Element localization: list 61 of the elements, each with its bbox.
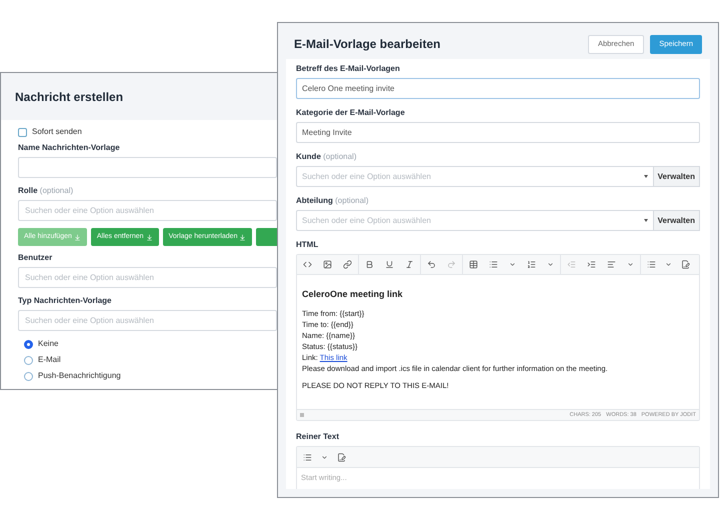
outdent-icon xyxy=(567,260,576,269)
code-icon xyxy=(303,260,312,269)
italic-icon xyxy=(405,260,414,269)
dropdown-caret-icon xyxy=(644,219,648,222)
field-label: Typ Nachrichten-Vorlage xyxy=(18,295,112,307)
input-field[interactable]: Celero One meeting invite xyxy=(296,78,700,99)
input-field[interactable]: Meeting Invite xyxy=(296,122,700,143)
download-icon xyxy=(239,234,246,240)
checkbox[interactable] xyxy=(18,128,27,136)
resize-handle-icon xyxy=(300,413,304,417)
editor-heading: CeleroOne meeting link xyxy=(302,289,404,300)
undo-icon xyxy=(427,260,436,269)
download-icon xyxy=(146,234,153,240)
input-field[interactable]: Suchen oder eine Option auswählen xyxy=(18,200,277,221)
edit-icon xyxy=(681,260,690,269)
indent-icon xyxy=(587,260,596,269)
chevron-down-icon xyxy=(509,261,516,268)
field-label: Kunde (optional) xyxy=(296,151,358,163)
window-title: E-Mail-Vorlage bearbeiten xyxy=(294,36,440,53)
bold-icon xyxy=(365,260,374,269)
radio-button[interactable] xyxy=(24,356,33,364)
redo-icon xyxy=(447,260,456,269)
radio-label: Keine xyxy=(38,338,58,350)
chevron-down-icon xyxy=(321,454,328,460)
input-field[interactable] xyxy=(18,157,277,178)
link-icon xyxy=(343,260,352,269)
radio-label: E-Mail xyxy=(38,354,61,366)
window-title: Nachricht erstellen xyxy=(15,88,124,106)
chevron-down-icon xyxy=(547,261,554,268)
paragraph-icon xyxy=(647,260,656,269)
radio-label: Push-Benachrichtigung xyxy=(38,370,121,382)
field-label: Kategorie der E-Mail-Vorlage xyxy=(296,107,406,119)
ordered-list-icon xyxy=(527,260,536,269)
html-editor[interactable] xyxy=(296,254,700,421)
input-field[interactable]: Suchen oder eine Option auswählen xyxy=(18,310,277,331)
download-icon xyxy=(74,234,81,240)
underline-icon xyxy=(385,260,394,269)
radio-button[interactable] xyxy=(24,372,33,380)
field-label: Name Nachrichten-Vorlage xyxy=(18,142,121,154)
field-label: Reiner Text xyxy=(296,431,340,443)
field-label: HTML xyxy=(296,239,320,251)
manage-button[interactable]: Verwalten xyxy=(654,166,700,187)
table-icon xyxy=(469,260,478,269)
align-icon xyxy=(607,260,616,269)
manage-button[interactable]: Verwalten xyxy=(654,210,700,231)
list-icon xyxy=(489,260,498,269)
radio-button[interactable] xyxy=(24,340,33,348)
dropdown-caret-icon xyxy=(644,175,648,178)
image-icon xyxy=(323,260,332,269)
field-label: Rolle (optional) xyxy=(18,185,74,197)
chevron-down-icon xyxy=(665,261,672,268)
paragraph-icon xyxy=(303,452,312,462)
input-field[interactable]: Suchen oder eine Option auswählen xyxy=(18,267,277,288)
select-field[interactable]: Suchen oder eine Option auswählen xyxy=(296,210,654,231)
field-label: Betreff des E-Mail-Vorlagen xyxy=(296,63,401,75)
checkbox-label: Sofort senden xyxy=(32,126,82,138)
chevron-down-icon xyxy=(627,261,634,268)
select-field[interactable]: Suchen oder eine Option auswählen xyxy=(296,166,654,187)
field-label: Benutzer xyxy=(18,252,54,264)
edit-icon xyxy=(337,452,346,462)
field-label: Abteilung (optional) xyxy=(296,195,370,207)
